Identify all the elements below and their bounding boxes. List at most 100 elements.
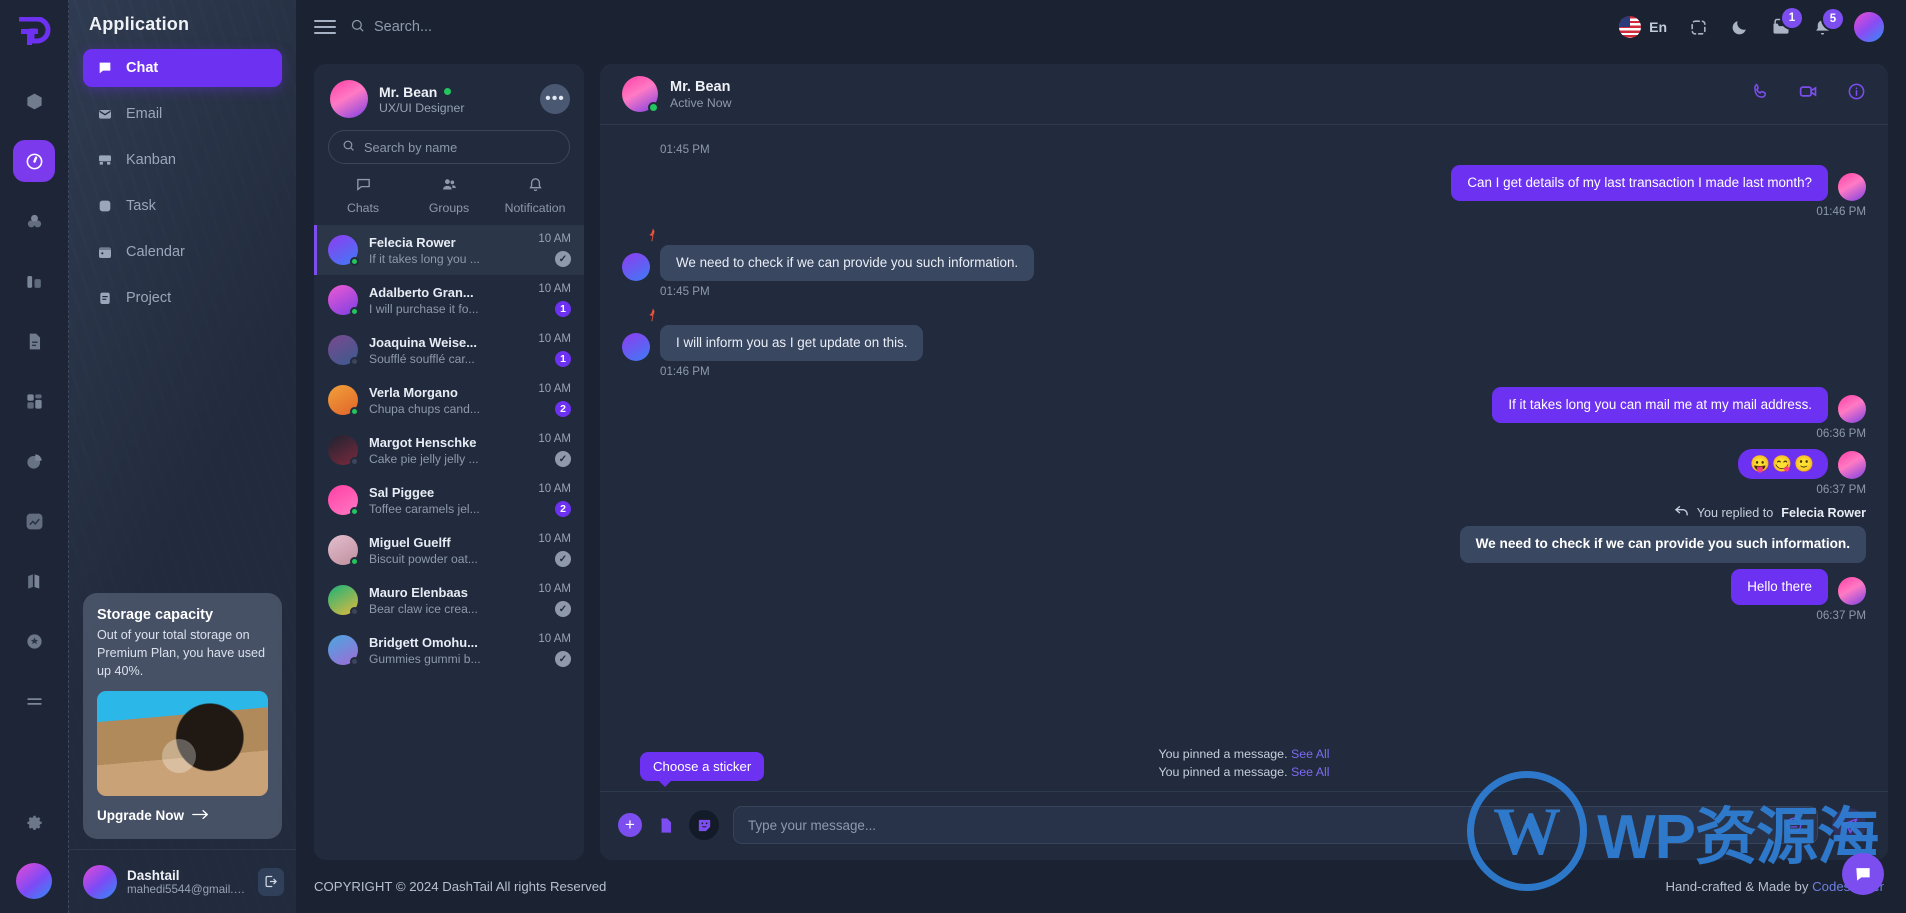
rail-item-cube[interactable] (13, 80, 55, 122)
sidebar-item-task[interactable]: Task (83, 187, 282, 225)
rail-item-grid[interactable] (13, 380, 55, 422)
rail-item-menu-lines[interactable] (13, 680, 55, 722)
rail-user-avatar[interactable] (16, 863, 52, 899)
contact-name: Felecia Rower (369, 234, 456, 250)
global-search[interactable]: Search... (350, 18, 432, 37)
tab-label: Groups (428, 201, 470, 215)
hamburger-menu-icon[interactable] (314, 20, 336, 34)
list-item[interactable]: Margot Henschke Cake pie jelly jelly ... 1… (314, 425, 584, 475)
plus-icon[interactable]: + (618, 813, 642, 837)
more-horizontal-icon[interactable]: ••• (540, 84, 570, 114)
task-icon (97, 198, 113, 214)
tab-chats[interactable]: Chats (320, 176, 406, 215)
rail-item-pie-chart[interactable] (13, 440, 55, 482)
sidebar-user-profile[interactable]: Dashtail mahedi5544@gmail.com (69, 849, 296, 913)
message-bubble: Hello there (1731, 568, 1828, 605)
contact-name: Margot Henschke (369, 434, 477, 450)
moon-icon[interactable] (1730, 18, 1749, 37)
rail-item-badge[interactable] (13, 620, 55, 662)
message-row: I will inform you as I get update on thi… (622, 325, 1866, 362)
avatar (328, 335, 359, 366)
file-attachment-icon[interactable] (656, 816, 675, 835)
sidebar-item-email[interactable]: Email (83, 95, 282, 133)
mail-icon[interactable]: 1 (1771, 8, 1802, 37)
list-item-body: Adalberto Gran... I will purchase it fo..… (369, 285, 527, 316)
icon-rail (0, 0, 68, 913)
list-item[interactable]: Joaquina Weise... Soufflé soufflé car... 1… (314, 325, 584, 375)
message-input[interactable]: Type your message... (733, 806, 1818, 844)
pinned-notes: You pinned a message. See All You pinned … (600, 745, 1888, 791)
video-camera-icon[interactable] (1798, 81, 1819, 107)
language-switcher[interactable]: En (1619, 16, 1667, 38)
see-all-link[interactable]: See All (1291, 765, 1330, 779)
rail-item-users[interactable] (13, 200, 55, 242)
topbar-user-avatar[interactable] (1854, 12, 1884, 42)
rail-item-analytics[interactable] (13, 500, 55, 542)
list-item-body: Bridgett Omohu... Gummies gummi b... (369, 635, 527, 666)
messages-list: 01:45 PM Can I get details of my last tra… (600, 125, 1888, 745)
see-all-link[interactable]: See All (1291, 747, 1330, 761)
read-check-icon: ✓ (555, 651, 571, 667)
avatar (328, 385, 359, 416)
message-timestamp: 01:45 PM (660, 143, 710, 156)
presence-dot (350, 407, 359, 416)
pinned-note-text: You pinned a message. (1158, 747, 1288, 761)
contact-time: 10 AM (538, 333, 571, 345)
message-timestamp: 01:46 PM (1816, 205, 1866, 219)
rail-item-components[interactable] (13, 260, 55, 302)
rail-item-document[interactable] (13, 320, 55, 362)
brand-logo-icon[interactable] (12, 10, 56, 54)
message-row: Hello there (622, 568, 1866, 605)
profile-meta: Dashtail mahedi5544@gmail.com (127, 868, 248, 896)
list-item[interactable]: Mauro Elenbaas Bear claw ice crea... 10 AM… (314, 575, 584, 625)
phone-icon[interactable] (1751, 82, 1770, 106)
contact-time: 10 AM (538, 633, 571, 645)
avatar (328, 585, 359, 616)
logout-icon[interactable] (257, 867, 284, 896)
reply-arrow-icon (1674, 505, 1689, 520)
send-paper-plane-icon[interactable] (1832, 808, 1866, 842)
emoji-smiley-icon[interactable] (1785, 816, 1803, 834)
tab-groups[interactable]: Groups (406, 176, 492, 215)
rail-item-settings[interactable] (13, 803, 55, 845)
presence-dot (350, 657, 359, 666)
contact-time: 10 AM (538, 533, 571, 545)
avatar (328, 535, 359, 566)
sidebar-item-kanban[interactable]: Kanban (83, 141, 282, 179)
list-item-meta: 10 AM ✓ (538, 233, 571, 267)
list-item[interactable]: Sal Piggee Toffee caramels jel... 10 AM 2 (314, 475, 584, 525)
unread-badge: 2 (555, 401, 571, 417)
avatar (328, 435, 359, 466)
fullscreen-icon[interactable] (1689, 18, 1708, 37)
list-item[interactable]: Miguel Guelff Biscuit powder oat... 10 AM ✓ (314, 525, 584, 575)
group-users-icon (441, 176, 458, 196)
message-row: If it takes long you can mail me at my m… (622, 387, 1866, 424)
sidebar-item-calendar[interactable]: Calendar (83, 233, 282, 271)
contact-name: Joaquina Weise... (369, 334, 477, 350)
sidebar-item-chat[interactable]: Chat (83, 49, 282, 87)
contacts-search-input[interactable]: Search by name (328, 130, 570, 164)
pin-icon (649, 228, 655, 242)
list-item[interactable]: Bridgett Omohu... Gummies gummi b... 10 AM… (314, 625, 584, 675)
contact-time: 10 AM (538, 483, 571, 495)
rail-item-dashboard[interactable] (13, 140, 55, 182)
pinned-note: You pinned a message. See All (600, 745, 1888, 763)
info-circle-icon[interactable] (1847, 82, 1866, 106)
message-bubble: I will inform you as I get update on thi… (660, 325, 924, 362)
list-item[interactable]: Felecia Rower If it takes long you ... 10 … (314, 225, 584, 275)
sticker-icon[interactable] (689, 810, 719, 840)
sidebar-item-project[interactable]: Project (83, 279, 282, 317)
rail-item-map[interactable] (13, 560, 55, 602)
tab-notification[interactable]: Notification (492, 176, 578, 215)
upgrade-now-button[interactable]: Upgrade Now (97, 808, 268, 823)
contact-time: 10 AM (538, 383, 571, 395)
contact-name: Adalberto Gran... (369, 284, 474, 300)
list-item[interactable]: Verla Morgano Chupa chups cand... 10 AM 2 (314, 375, 584, 425)
list-item[interactable]: Adalberto Gran... I will purchase it fo..… (314, 275, 584, 325)
avatar (1838, 395, 1866, 424)
bell-icon[interactable]: 5 (1813, 8, 1843, 37)
contact-name: Sal Piggee (369, 484, 435, 500)
support-chat-fab[interactable] (1842, 853, 1884, 895)
kanban-icon (97, 152, 113, 168)
tab-label: Chats (346, 201, 380, 215)
